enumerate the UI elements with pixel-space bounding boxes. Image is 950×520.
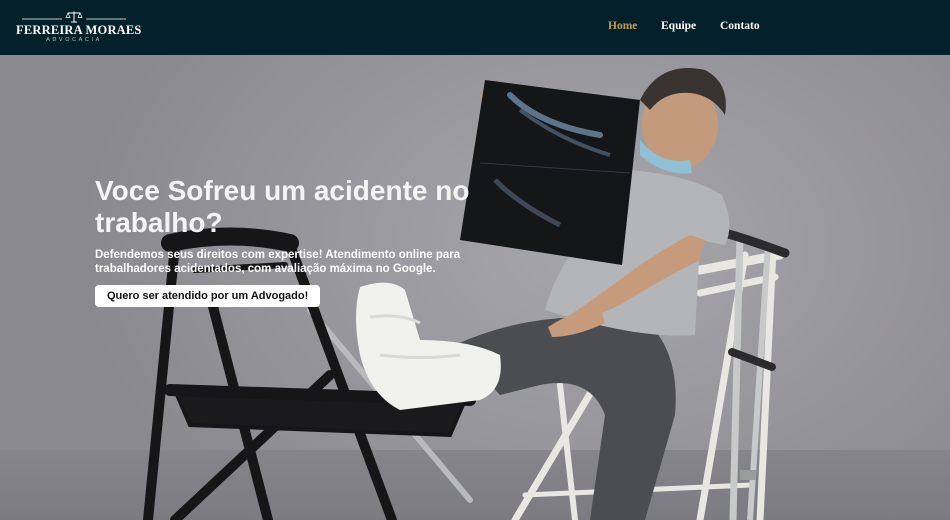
nav-contato[interactable]: Contato: [720, 20, 760, 32]
hero-content: Voce Sofreu um acidente no trabalho? Def…: [95, 175, 485, 307]
hero-description: Defendemos seus direitos com expertise! …: [95, 249, 461, 275]
brand-subtitle: ADVOCACIA: [46, 37, 102, 43]
navbar: FERREIRA MORAES ADVOCACIA Home Equipe Co…: [0, 0, 950, 55]
xray-film: [460, 80, 640, 265]
hero-title: Voce Sofreu um acidente no trabalho?: [95, 175, 470, 238]
nav-equipe[interactable]: Equipe: [661, 20, 696, 32]
brand-logo[interactable]: FERREIRA MORAES ADVOCACIA: [16, 10, 142, 44]
hero-section: Voce Sofreu um acidente no trabalho? Def…: [0, 55, 950, 520]
nav-home[interactable]: Home: [608, 20, 637, 32]
brand-name: FERREIRA MORAES: [16, 23, 142, 37]
person-head: [640, 68, 726, 174]
scales-of-justice-icon: [22, 11, 126, 23]
cta-button[interactable]: Quero ser atendido por um Advogado!: [95, 285, 321, 307]
